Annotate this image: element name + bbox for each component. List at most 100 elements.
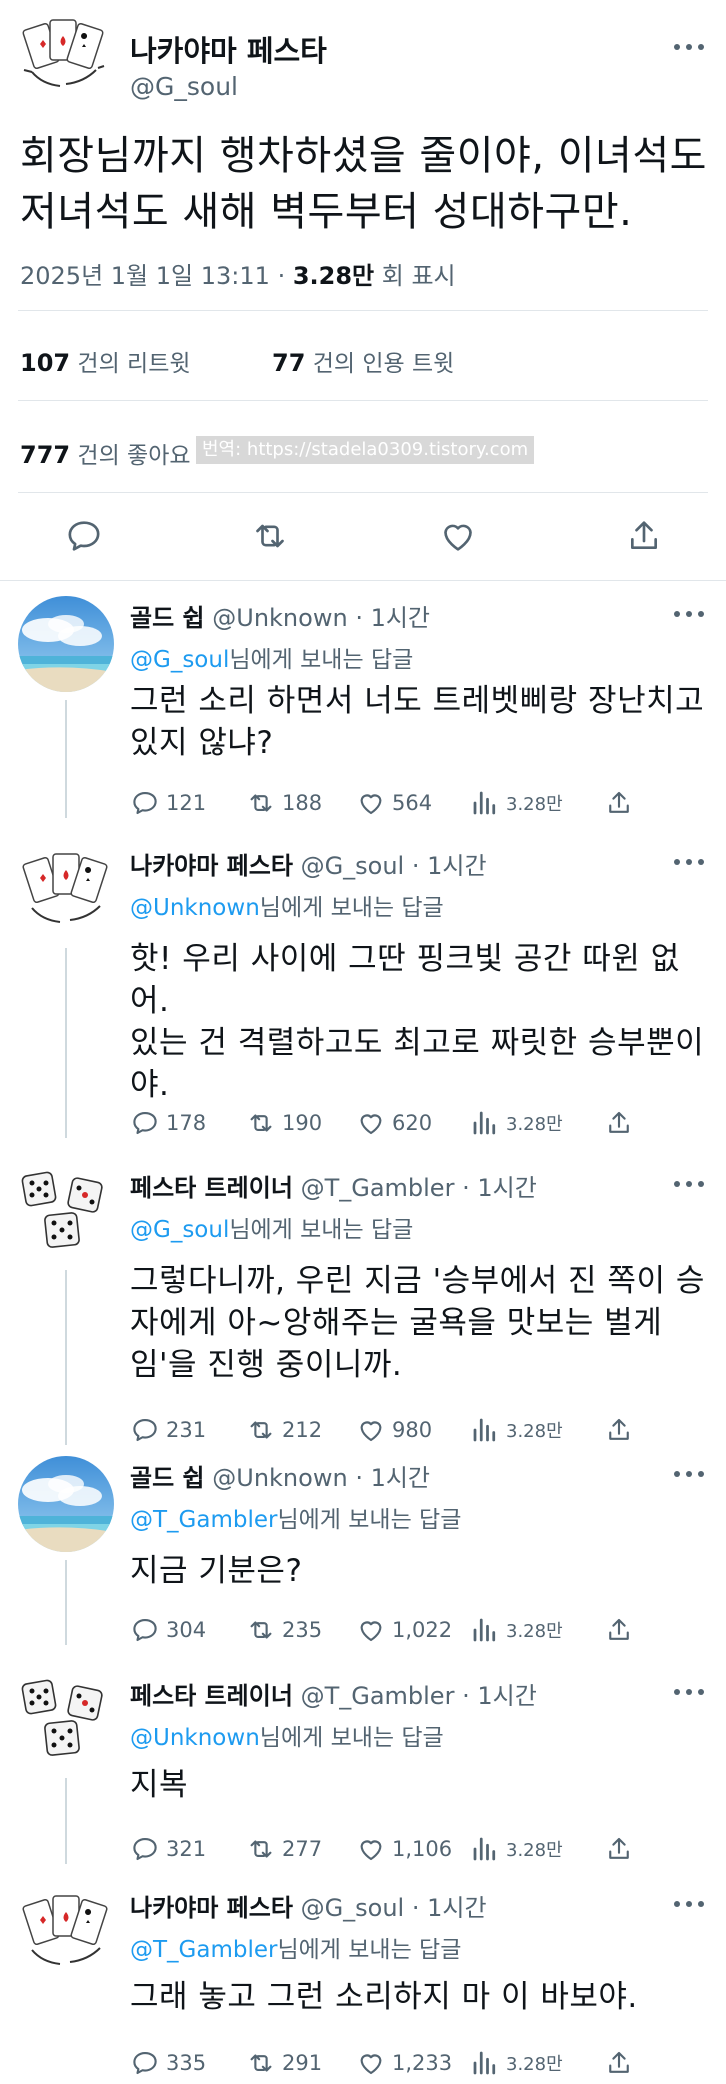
avatar[interactable] [18, 844, 114, 940]
author-name[interactable]: 페스타 트레이너 [130, 1174, 293, 1202]
reply-button[interactable]: 304 [130, 1615, 206, 1645]
more-icon[interactable] [674, 1900, 704, 1908]
mention-link[interactable]: @Unknown [130, 1725, 260, 1751]
reply-time[interactable]: · 1시간 [412, 1894, 487, 1922]
retweet-button[interactable]: 188 [246, 788, 322, 818]
reply-button[interactable]: 178 [130, 1108, 206, 1138]
thread-line [65, 1778, 67, 1864]
reply-tweet[interactable]: 골드 쉽 @Unknown · 1시간 @T_Gambler님에게 보내는 답글… [0, 1450, 726, 1655]
avatar[interactable] [18, 1166, 114, 1262]
author-handle[interactable]: @T_Gambler [301, 1174, 455, 1202]
reply-time[interactable]: · 1시간 [462, 1682, 537, 1710]
author-name[interactable]: 골드 쉽 [130, 1464, 205, 1492]
reply-tweet[interactable]: 골드 쉽 @Unknown · 1시간 @G_soul님에게 보내는 답글 그런… [0, 590, 726, 828]
more-icon[interactable] [674, 1180, 704, 1188]
reply-time[interactable]: · 1시간 [355, 604, 430, 632]
mention-link[interactable]: @G_soul [130, 1217, 229, 1243]
retweet-count: 291 [282, 2051, 323, 2075]
views-icon [470, 1615, 506, 1645]
author-name[interactable]: 골드 쉽 [130, 604, 205, 632]
views-button[interactable]: 3.28만 [470, 1108, 563, 1138]
author-name[interactable]: 나카야마 페스타 [130, 1894, 293, 1922]
author-handle[interactable]: @Unknown [212, 604, 347, 632]
share-button[interactable] [604, 2048, 640, 2078]
tweet-date[interactable]: 2025년 1월 1일 13:11 [20, 262, 270, 290]
reply-to-suffix: 님에게 보내는 답글 [229, 1217, 414, 1243]
retweet-button[interactable]: 277 [246, 1834, 322, 1864]
author-handle[interactable]: @Unknown [212, 1464, 347, 1492]
reply-tweet[interactable]: 나카야마 페스타 @G_soul · 1시간 @T_Gambler님에게 보내는… [0, 1880, 726, 2084]
reply-time[interactable]: · 1시간 [412, 852, 487, 880]
retweet-button[interactable]: 235 [246, 1615, 322, 1645]
like-button[interactable]: 1,022 [356, 1615, 452, 1645]
retweet-stat[interactable]: 107 건의 리트윗 [20, 344, 191, 378]
author-handle[interactable]: @T_Gambler [301, 1682, 455, 1710]
mention-link[interactable]: @T_Gambler [130, 1507, 277, 1533]
more-icon[interactable] [674, 858, 704, 866]
avatar[interactable] [18, 596, 114, 692]
reply-time[interactable]: · 1시간 [462, 1174, 537, 1202]
share-button[interactable] [604, 1834, 640, 1864]
like-stat[interactable]: 777 건의 좋아요 [20, 436, 191, 470]
reply-count: 321 [166, 1837, 207, 1861]
reply-time[interactable]: · 1시간 [355, 1464, 430, 1492]
reply-button[interactable]: 231 [130, 1415, 206, 1445]
reply-icon[interactable] [64, 516, 104, 556]
views-button[interactable]: 3.28만 [470, 1615, 563, 1645]
reply-actions: 335 291 1,233 3.28만 [130, 2048, 640, 2080]
views-button[interactable]: 3.28만 [470, 1415, 563, 1445]
reply-button[interactable]: 121 [130, 788, 206, 818]
like-button[interactable]: 564 [356, 788, 432, 818]
share-button[interactable] [604, 1615, 640, 1645]
share-button[interactable] [604, 1108, 640, 1138]
reply-button[interactable]: 335 [130, 2048, 206, 2078]
retweet-count: 235 [282, 1618, 323, 1642]
mention-link[interactable]: @G_soul [130, 647, 229, 673]
views-icon [470, 2048, 506, 2078]
like-count: 1,106 [392, 1837, 453, 1861]
more-icon[interactable] [674, 610, 704, 618]
reply-header: 골드 쉽 @Unknown · 1시간 [130, 1458, 430, 1493]
like-button[interactable]: 1,106 [356, 1834, 452, 1864]
reply-tweet[interactable]: 페스타 트레이너 @T_Gambler · 1시간 @Unknown님에게 보내… [0, 1668, 726, 1874]
author-name[interactable]: 나카야마 페스타 [130, 28, 327, 70]
reply-button[interactable]: 321 [130, 1834, 206, 1864]
reply-tweet[interactable]: 나카야마 페스타 @G_soul · 1시간 @Unknown님에게 보내는 답… [0, 838, 726, 1148]
reply-tweet[interactable]: 페스타 트레이너 @T_Gambler · 1시간 @G_soul님에게 보내는… [0, 1160, 726, 1455]
avatar[interactable] [18, 1886, 114, 1982]
heart-icon[interactable] [438, 516, 478, 556]
views-button[interactable]: 3.28만 [470, 788, 563, 818]
share-button[interactable] [604, 788, 640, 818]
like-button[interactable]: 980 [356, 1415, 432, 1445]
mention-link[interactable]: @Unknown [130, 895, 260, 921]
avatar[interactable] [18, 1674, 114, 1770]
more-icon[interactable] [674, 1470, 704, 1478]
views-button[interactable]: 3.28만 [470, 2048, 563, 2078]
retweet-button[interactable]: 212 [246, 1415, 322, 1445]
author-name[interactable]: 페스타 트레이너 [130, 1682, 293, 1710]
like-button[interactable]: 620 [356, 1108, 432, 1138]
share-button[interactable] [604, 1415, 640, 1445]
view-count: 3.28만 [506, 794, 563, 815]
like-button[interactable]: 1,233 [356, 2048, 452, 2078]
quote-stat[interactable]: 77 건의 인용 트윗 [272, 344, 454, 378]
author-handle[interactable]: @G_soul [130, 72, 238, 101]
avatar[interactable] [18, 12, 108, 102]
retweet-button[interactable]: 291 [246, 2048, 322, 2078]
quote-label: 건의 인용 트윗 [312, 351, 455, 377]
author-handle[interactable]: @G_soul [301, 1894, 405, 1922]
share-icon [604, 2048, 640, 2078]
more-icon[interactable] [674, 1688, 704, 1696]
retweet-button[interactable]: 190 [246, 1108, 322, 1138]
reply-to-suffix: 님에게 보내는 답글 [259, 895, 444, 921]
views-button[interactable]: 3.28만 [470, 1834, 563, 1864]
more-icon[interactable] [674, 43, 704, 51]
share-icon[interactable] [624, 516, 664, 556]
author-name[interactable]: 나카야마 페스타 [130, 852, 293, 880]
mention-link[interactable]: @T_Gambler [130, 1937, 277, 1963]
author-handle[interactable]: @G_soul [301, 852, 405, 880]
retweet-icon[interactable] [250, 516, 290, 556]
view-count: 3.28만 [506, 1621, 563, 1642]
quote-count: 77 [272, 349, 306, 377]
avatar[interactable] [18, 1456, 114, 1552]
